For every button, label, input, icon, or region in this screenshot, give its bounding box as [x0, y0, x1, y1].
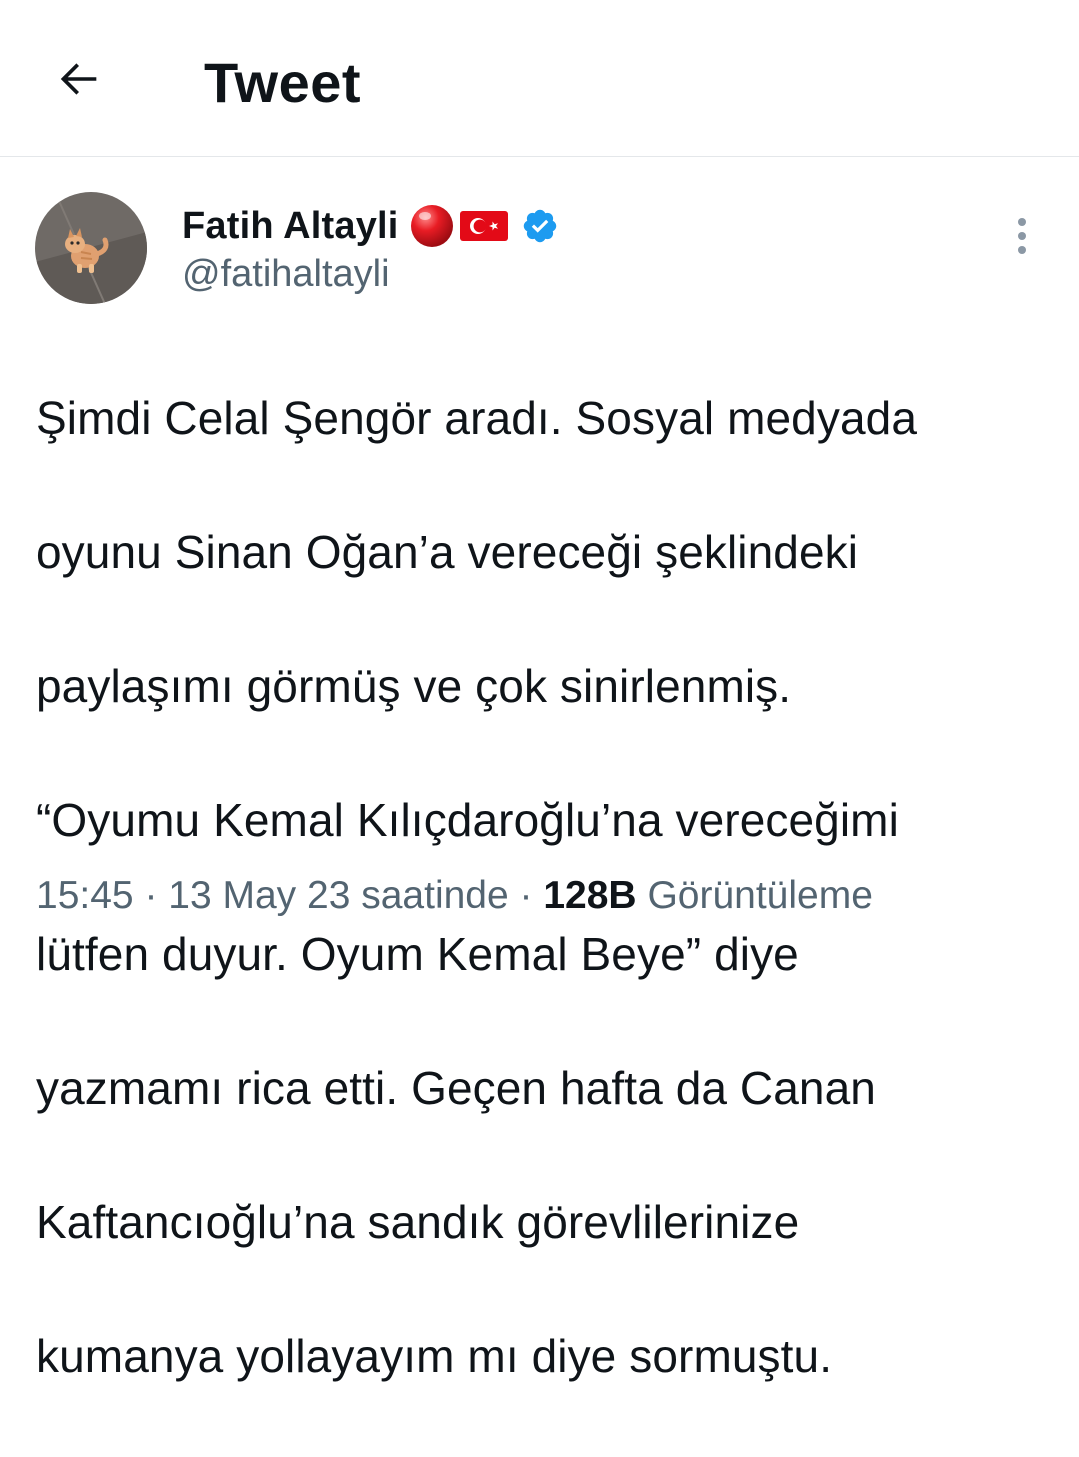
turkey-flag-emoji-icon [459, 211, 508, 241]
verified-badge-icon[interactable] [521, 207, 559, 245]
meta-separator: · [508, 874, 544, 917]
more-options-button[interactable] [1002, 212, 1042, 260]
author-handle[interactable]: @fatihaltayli [182, 248, 390, 300]
author-name[interactable]: Fatih Altayli [182, 202, 399, 250]
views-count: 128B [543, 874, 637, 917]
tweet-line: paylaşımı görmüş ve çok sinirlenmiş. [36, 660, 792, 712]
avatar[interactable] [35, 192, 147, 304]
back-button[interactable] [46, 46, 112, 112]
tweet-date[interactable]: 13 May 23 saatinde [168, 874, 508, 917]
tweet-line: yazmamı rica etti. Geçen hafta da Canan [36, 1062, 876, 1114]
kitten-avatar-icon [35, 192, 147, 304]
page-title: Tweet [204, 51, 362, 114]
tweet-line: oyunu Sinan Oğan’a vereceği şeklindeki [36, 526, 859, 578]
tweet-time[interactable]: 15:45 [36, 874, 134, 917]
more-vertical-icon [1018, 218, 1026, 254]
arrow-left-icon [60, 63, 97, 95]
tweet-line: Kaftancıoğlu’na sandık görevlilerinize [36, 1196, 800, 1248]
tweet-line: lütfen duyur. Oyum Kemal Beye” diye [36, 928, 799, 980]
top-bar: Tweet [0, 0, 1079, 157]
tweet-line: “Oyumu Kemal Kılıçdaroğlu’na vereceğimi [36, 794, 899, 846]
meta-separator: · [133, 874, 169, 917]
tweet-line: Şimdi Celal Şengör aradı. Sosyal medyada [36, 392, 918, 444]
tweet-line: kumanya yollayayım mı diye sormuştu. [36, 1330, 833, 1382]
views-label: Görüntüleme [647, 874, 873, 917]
tweet-meta: 15:45 · 13 May 23 saatinde · 128B Görünt… [36, 868, 873, 924]
author-row: Fatih Altayli [182, 200, 559, 252]
red-ball-emoji-icon [410, 205, 453, 247]
